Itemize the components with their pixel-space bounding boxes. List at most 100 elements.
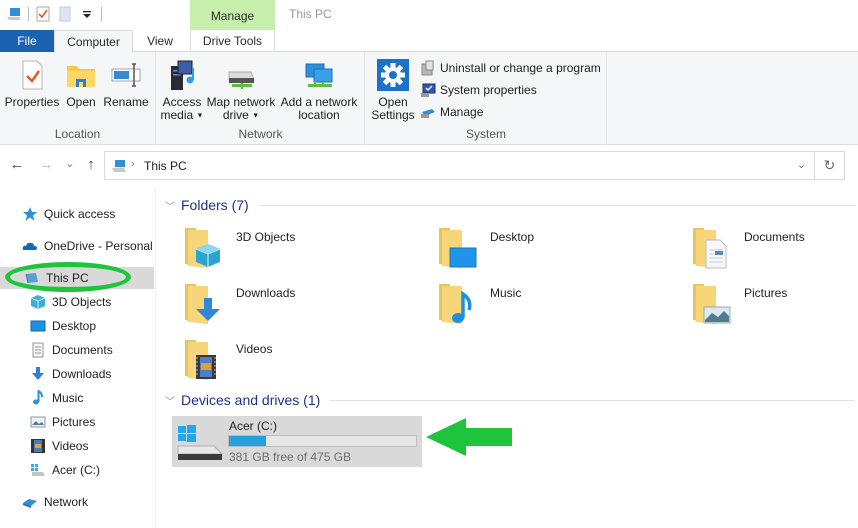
- sidebar-item-acer-c[interactable]: Acer (C:): [30, 459, 100, 481]
- new-folder-icon[interactable]: [57, 6, 73, 22]
- properties-icon: [15, 58, 49, 92]
- sidebar-item-network[interactable]: Network: [22, 491, 88, 513]
- add-network-location-button[interactable]: Add a network location: [279, 58, 359, 122]
- access-media-label-1: Access: [162, 95, 202, 109]
- toolbar-divider: [101, 7, 102, 21]
- tab-computer[interactable]: Computer: [54, 30, 133, 53]
- drive-usage-bar: [228, 435, 417, 447]
- sidebar-item-music[interactable]: Music: [30, 387, 83, 409]
- sidebar-item-label: Downloads: [52, 367, 112, 381]
- sidebar-item-label: Acer (C:): [52, 463, 100, 477]
- network-icon: [22, 494, 38, 510]
- manage-button[interactable]: Manage: [420, 103, 483, 121]
- sidebar-item-3d-objects[interactable]: 3D Objects: [30, 291, 111, 313]
- manage-label: Manage: [440, 105, 484, 119]
- group-label-location: Location: [54, 127, 101, 141]
- sidebar-item-label: Desktop: [52, 319, 97, 333]
- group-label-network: Network: [238, 127, 283, 141]
- tab-file[interactable]: File: [0, 30, 54, 53]
- documents-icon: [30, 342, 46, 358]
- videos-icon: [30, 438, 46, 454]
- address-history-dropdown[interactable]: ⌄: [797, 158, 806, 171]
- folder-music[interactable]: Music: [436, 280, 686, 330]
- rename-icon: [109, 58, 143, 92]
- ribbon-group-system: Open Settings Uninstall or change a prog…: [366, 52, 607, 145]
- title-bar: Manage This PC: [0, 0, 858, 30]
- folder-name: 3D Objects: [236, 230, 296, 244]
- sidebar-item-videos[interactable]: Videos: [30, 435, 88, 457]
- toolbar-divider: [28, 7, 29, 21]
- sidebar-item-desktop[interactable]: Desktop: [30, 315, 96, 337]
- address-bar[interactable]: › This PC ⌄: [104, 151, 815, 180]
- system-properties-button[interactable]: System properties: [420, 81, 537, 99]
- sidebar-item-label: Pictures: [52, 415, 96, 429]
- sidebar-item-onedrive[interactable]: OneDrive - Personal: [22, 235, 153, 257]
- folder-documents[interactable]: Documents: [690, 224, 858, 274]
- folder-downloads[interactable]: Downloads: [182, 280, 432, 330]
- folder-name: Documents: [744, 230, 805, 244]
- folder-name: Downloads: [236, 286, 296, 300]
- sidebar-item-documents[interactable]: Documents: [30, 339, 113, 361]
- back-button[interactable]: ←: [8, 156, 26, 173]
- access-media-icon: [165, 58, 199, 92]
- sidebar-item-label: OneDrive - Personal: [44, 239, 153, 253]
- collapse-chevron-icon[interactable]: ﹀: [165, 198, 177, 213]
- this-pc-icon[interactable]: [6, 6, 22, 22]
- open-button[interactable]: Open: [62, 58, 100, 109]
- arrow-annotation: [426, 418, 512, 456]
- forward-button[interactable]: →: [37, 156, 55, 173]
- sidebar-item-quick-access[interactable]: Quick access: [22, 203, 115, 225]
- rename-label: Rename: [103, 95, 149, 109]
- ribbon-tabs: File Computer View Drive Tools: [0, 30, 858, 53]
- uninstall-program-button[interactable]: Uninstall or change a program: [420, 59, 601, 77]
- sidebar-item-label: Documents: [52, 343, 113, 357]
- devices-header-label: Devices and drives (1): [181, 392, 321, 408]
- folder-name: Videos: [236, 342, 273, 356]
- sidebar-item-this-pc[interactable]: This PC: [0, 267, 154, 289]
- map-drive-icon: [224, 58, 258, 92]
- tab-view[interactable]: View: [136, 30, 184, 53]
- map-network-drive-button[interactable]: Map network drive ▼: [205, 58, 277, 122]
- map-drive-label-1: Map network: [206, 95, 276, 109]
- breadcrumb-separator-icon[interactable]: ›: [131, 158, 135, 170]
- group-label-system: System: [465, 127, 506, 141]
- sidebar-item-label: Music: [52, 391, 84, 405]
- open-settings-button[interactable]: Open Settings: [370, 58, 416, 122]
- access-media-button[interactable]: Access media ▼: [159, 58, 205, 122]
- up-button[interactable]: ↑: [82, 156, 100, 173]
- music-icon: [30, 389, 46, 406]
- rename-button[interactable]: Rename: [102, 58, 150, 109]
- sidebar-item-downloads[interactable]: Downloads: [30, 363, 111, 385]
- pictures-icon: [30, 414, 46, 430]
- breadcrumb-this-pc[interactable]: This PC: [144, 159, 187, 173]
- tab-drive-tools[interactable]: Drive Tools: [190, 30, 275, 53]
- drive-acer-c[interactable]: Acer (C:) 381 GB free of 475 GB: [172, 416, 422, 467]
- drive-icon: [30, 462, 46, 478]
- properties-button[interactable]: Properties: [4, 58, 60, 109]
- 3d-objects-folder-icon: [182, 224, 228, 270]
- customize-dropdown-icon[interactable]: [79, 6, 95, 22]
- folder-desktop[interactable]: Desktop: [436, 224, 686, 274]
- folder-3d-objects[interactable]: 3D Objects: [182, 224, 432, 274]
- network-location-icon: [302, 58, 336, 92]
- manage-context-tab[interactable]: Manage: [190, 0, 275, 30]
- sidebar-item-pictures[interactable]: Pictures: [30, 411, 95, 433]
- music-folder-icon: [436, 280, 482, 326]
- content-pane: ﹀ Folders (7) 3D Objects Desktop Documen…: [157, 186, 858, 528]
- folder-name: Pictures: [744, 286, 788, 300]
- properties-label: Properties: [4, 95, 60, 109]
- collapse-chevron-icon[interactable]: ﹀: [165, 393, 177, 408]
- desktop-folder-icon: [436, 224, 482, 270]
- folders-section-header[interactable]: ﹀ Folders (7): [165, 197, 855, 213]
- refresh-button[interactable]: ↻: [815, 151, 845, 180]
- navigation-pane: Quick access OneDrive - Personal This PC…: [0, 186, 156, 528]
- 3d-objects-icon: [30, 294, 46, 310]
- quick-access-toolbar: [6, 5, 102, 23]
- recent-locations-button[interactable]: ⌄: [61, 157, 79, 170]
- cloud-icon: [22, 238, 38, 254]
- properties-icon[interactable]: [35, 6, 51, 22]
- folder-pictures[interactable]: Pictures: [690, 280, 858, 330]
- star-icon: [22, 206, 38, 222]
- folder-videos[interactable]: Videos: [182, 336, 432, 386]
- devices-section-header[interactable]: ﹀ Devices and drives (1): [165, 392, 855, 408]
